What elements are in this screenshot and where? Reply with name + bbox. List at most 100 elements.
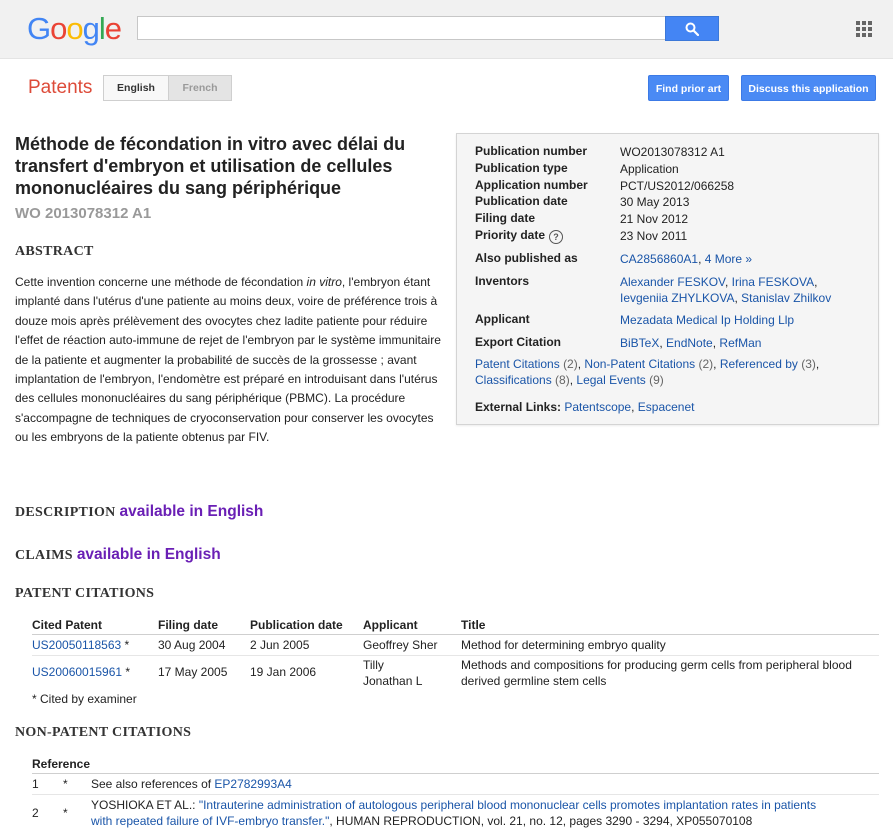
column-header: Filing date [158, 616, 250, 635]
discuss-application-button[interactable]: Discuss this application [741, 75, 876, 101]
description-english-link[interactable]: available in English [120, 503, 264, 520]
table-header-row: Reference [32, 755, 879, 774]
help-icon[interactable]: ? [549, 230, 564, 244]
abstract-part: , l'embryon étant implanté dans l'utérus… [15, 275, 441, 445]
logo-letter: o [50, 11, 67, 46]
search-button[interactable] [665, 16, 719, 41]
patent-title: Méthode de fécondation in vitro avec dél… [15, 134, 406, 198]
reference-cell: YOSHIOKA ET AL.: "Intrauterine administr… [91, 795, 879, 831]
reference-number: 1 [32, 773, 63, 795]
applicant-cell: Tilly Jonathan L [363, 658, 423, 688]
meta-label: External Links: [475, 400, 562, 414]
legal-events-link[interactable]: Legal Events [576, 373, 645, 387]
cited-patent-link[interactable]: US20060015961 [32, 665, 122, 679]
top-bar: Google [0, 0, 893, 59]
examiner-star: * [122, 665, 131, 679]
column-header: Publication date [250, 616, 363, 635]
espacenet-link[interactable]: Espacenet [638, 400, 695, 414]
search-input[interactable] [137, 16, 665, 40]
metadata-panel: Publication number WO2013078312 A1 Publi… [456, 133, 879, 425]
meta-label: Publication type [475, 161, 568, 175]
logo-letter: e [104, 11, 122, 46]
also-published-link[interactable]: CA2856860A1 [620, 252, 698, 266]
referenced-by-link[interactable]: Referenced by [720, 357, 798, 371]
title-cell: Method for determining embryo quality [461, 634, 879, 656]
meta-value: BiBTeX, EndNote, RefMan [620, 336, 762, 350]
reference-text: , HUMAN REPRODUCTION, vol. 21, no. 12, p… [329, 813, 753, 828]
publication-date-cell: 19 Jan 2006 [250, 665, 317, 679]
patent-id: WO 2013078312 A1 [15, 205, 152, 222]
reference-cell: See also references of EP2782993A4 [91, 773, 879, 795]
publication-date-cell: 2 Jun 2005 [250, 634, 363, 656]
table-row: 2 * YOSHIOKA ET AL.: "Intrauterine admin… [32, 795, 879, 831]
meta-value: PCT/US2012/066258 [620, 179, 735, 193]
examiner-star: * [63, 773, 91, 795]
meta-value: Application [620, 162, 679, 176]
count: (2) [563, 357, 578, 371]
reference-text: YOSHIOKA ET AL.: [91, 798, 199, 812]
priority-label-text: Priority date [475, 228, 546, 242]
claims-heading-text: CLAIMS [15, 548, 73, 563]
abstract-italic: in vitro [306, 275, 342, 289]
examiner-star: * [63, 806, 68, 820]
classifications-link[interactable]: Classifications [475, 373, 552, 387]
meta-value: Mezadata Medical Ip Holding Llp [620, 312, 865, 328]
description-heading-text: DESCRIPTION [15, 505, 116, 520]
abstract-text: Cette invention concerne une méthode de … [15, 273, 442, 448]
meta-counts: Patent Citations (2), Non-Patent Citatio… [475, 357, 820, 387]
description-heading: DESCRIPTION available in English [15, 503, 263, 521]
meta-value: Alexander FESKOV, Irina FESKOVA, Ievgeni… [620, 275, 832, 305]
lang-english-button[interactable]: English [104, 76, 169, 100]
meta-label: Export Citation [475, 335, 561, 349]
grid-icon[interactable] [856, 21, 872, 37]
non-patent-citations-heading: NON-PATENT CITATIONS [15, 725, 192, 740]
patent-citations-link[interactable]: Patent Citations [475, 357, 560, 371]
column-header: Cited Patent [32, 616, 158, 635]
inventor-link[interactable]: Stanislav Zhilkov [741, 291, 831, 305]
non-patent-citations-table: Reference 1 * See also references of EP2… [32, 755, 879, 831]
claims-heading: CLAIMS available in English [15, 546, 221, 564]
count: (2) [698, 357, 714, 371]
meta-label: Applicant [475, 312, 530, 326]
patentscope-link[interactable]: Patentscope [564, 400, 631, 414]
meta-value: CA2856860A1, 4 More » [620, 252, 753, 266]
filing-date-cell: 17 May 2005 [158, 665, 228, 679]
also-published-more-link[interactable]: 4 More » [705, 252, 752, 266]
meta-label: Inventors [475, 274, 530, 288]
meta-label: Application number [475, 178, 588, 192]
find-prior-art-button[interactable]: Find prior art [648, 75, 729, 101]
meta-label: Publication number [475, 144, 588, 158]
table-row: 1 * See also references of EP2782993A4 [32, 773, 879, 795]
meta-external-links: External Links: Patentscope, Espacenet [475, 400, 695, 414]
count: (9) [649, 372, 664, 387]
logo-letter: g [82, 11, 100, 46]
cited-patent-link[interactable]: US20050118563 [32, 638, 121, 652]
magnifier-icon [685, 22, 699, 36]
meta-value: 30 May 2013 [620, 195, 690, 209]
claims-english-link[interactable]: available in English [77, 546, 221, 563]
meta-label: Also published as [475, 251, 578, 265]
export-endnote-link[interactable]: EndNote [666, 336, 713, 350]
inventor-link[interactable]: Ievgeniia ZHYLKOVA [620, 291, 735, 305]
patents-brand[interactable]: Patents [28, 77, 92, 99]
reference-text: See also references of [91, 777, 215, 791]
applicant-link[interactable]: Mezadata Medical Ip Holding Llp [620, 313, 794, 327]
title-cell: Methods and compositions for producing g… [461, 658, 852, 688]
lang-french-button[interactable]: French [169, 76, 231, 100]
filing-date-cell: 30 Aug 2004 [158, 634, 250, 656]
patent-citations-table: Cited Patent Filing date Publication dat… [32, 616, 879, 690]
reference-link[interactable]: EP2782993A4 [214, 777, 291, 791]
language-toggle: English French [103, 75, 232, 101]
export-refman-link[interactable]: RefMan [719, 336, 761, 350]
inventor-link[interactable]: Alexander FESKOV [620, 275, 725, 289]
export-bibtex-link[interactable]: BiBTeX [620, 336, 659, 350]
abstract-heading: ABSTRACT [15, 244, 94, 259]
google-logo[interactable]: Google [27, 11, 122, 47]
meta-value: 23 Nov 2011 [620, 229, 688, 243]
table-row: US20060015961 * 17 May 2005 19 Jan 2006 … [32, 656, 879, 690]
inventor-link[interactable]: Irina FESKOVA [732, 275, 814, 289]
abstract-part: Cette invention concerne une méthode de … [15, 275, 307, 289]
cited-patent-cell: US20050118563 * [32, 634, 158, 656]
column-header: Applicant [363, 616, 461, 635]
non-patent-citations-link[interactable]: Non-Patent Citations [584, 357, 695, 371]
